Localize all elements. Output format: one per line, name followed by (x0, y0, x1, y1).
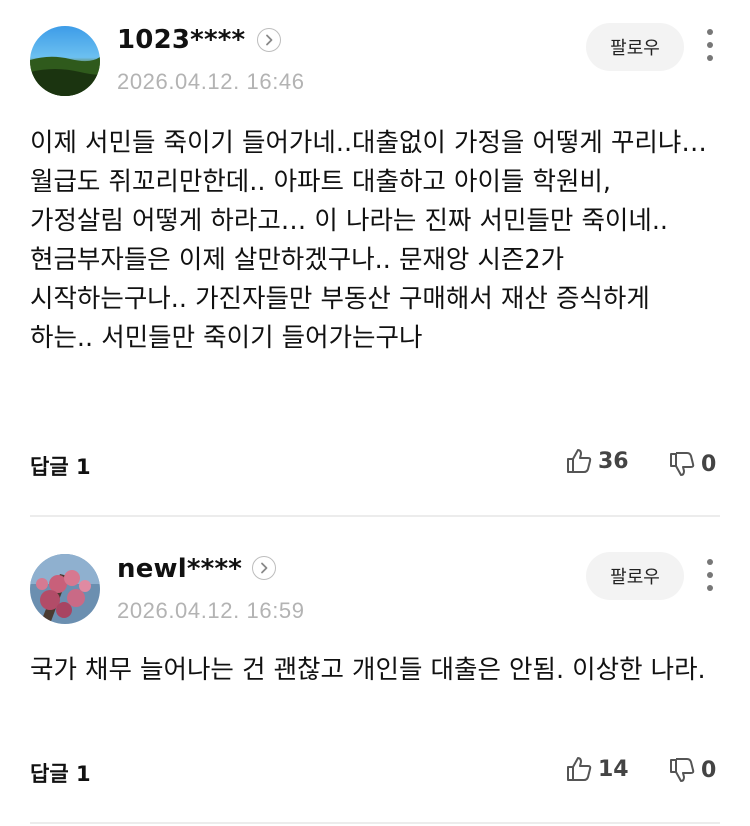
avatar[interactable] (30, 554, 100, 624)
comment-item: 1023**** 2026.04.12. 16:46 팔로우 이제 서민들 죽이… (0, 0, 750, 516)
like-button[interactable]: 14 (565, 754, 629, 784)
like-count: 36 (598, 448, 629, 474)
follow-button[interactable]: 팔로우 (586, 552, 684, 600)
chevron-right-icon[interactable] (257, 28, 281, 52)
thumbs-down-icon (670, 452, 695, 476)
reply-button[interactable]: 답글 1 (30, 758, 91, 788)
divider (30, 822, 720, 824)
thumbs-up-icon (567, 449, 592, 473)
dislike-button[interactable]: 0 (668, 449, 716, 479)
comment-date: 2026.04.12. 16:59 (117, 598, 305, 623)
avatar[interactable] (30, 26, 100, 96)
chevron-right-icon[interactable] (252, 556, 276, 580)
divider (30, 515, 720, 517)
dislike-count: 0 (701, 757, 717, 783)
comment-date: 2026.04.12. 16:46 (117, 69, 305, 94)
more-vertical-icon[interactable] (700, 27, 720, 63)
more-vertical-icon[interactable] (700, 557, 720, 593)
avatar-image (30, 26, 100, 96)
dislike-count: 0 (701, 451, 717, 477)
comment-item: newl**** 2026.04.12. 16:59 팔로우 국가 채무 늘어나… (0, 518, 750, 824)
avatar-image (30, 554, 100, 624)
username[interactable]: newl**** (117, 554, 242, 584)
thumbs-up-icon (567, 757, 592, 781)
username[interactable]: 1023**** (117, 25, 245, 55)
like-button[interactable]: 36 (565, 446, 629, 476)
thumbs-down-icon (670, 758, 695, 782)
comment-text: 이제 서민들 죽이기 들어가네..대출없이 가정을 어떻게 꾸리냐… 월급도 쥐… (30, 128, 707, 353)
like-count: 14 (598, 756, 629, 782)
dislike-button[interactable]: 0 (668, 755, 716, 785)
reply-button[interactable]: 답글 1 (30, 451, 91, 481)
follow-button[interactable]: 팔로우 (586, 23, 684, 71)
comment-text: 국가 채무 늘어나는 건 괜찮고 개인들 대출은 안됨. 이상한 나라. (30, 655, 706, 685)
